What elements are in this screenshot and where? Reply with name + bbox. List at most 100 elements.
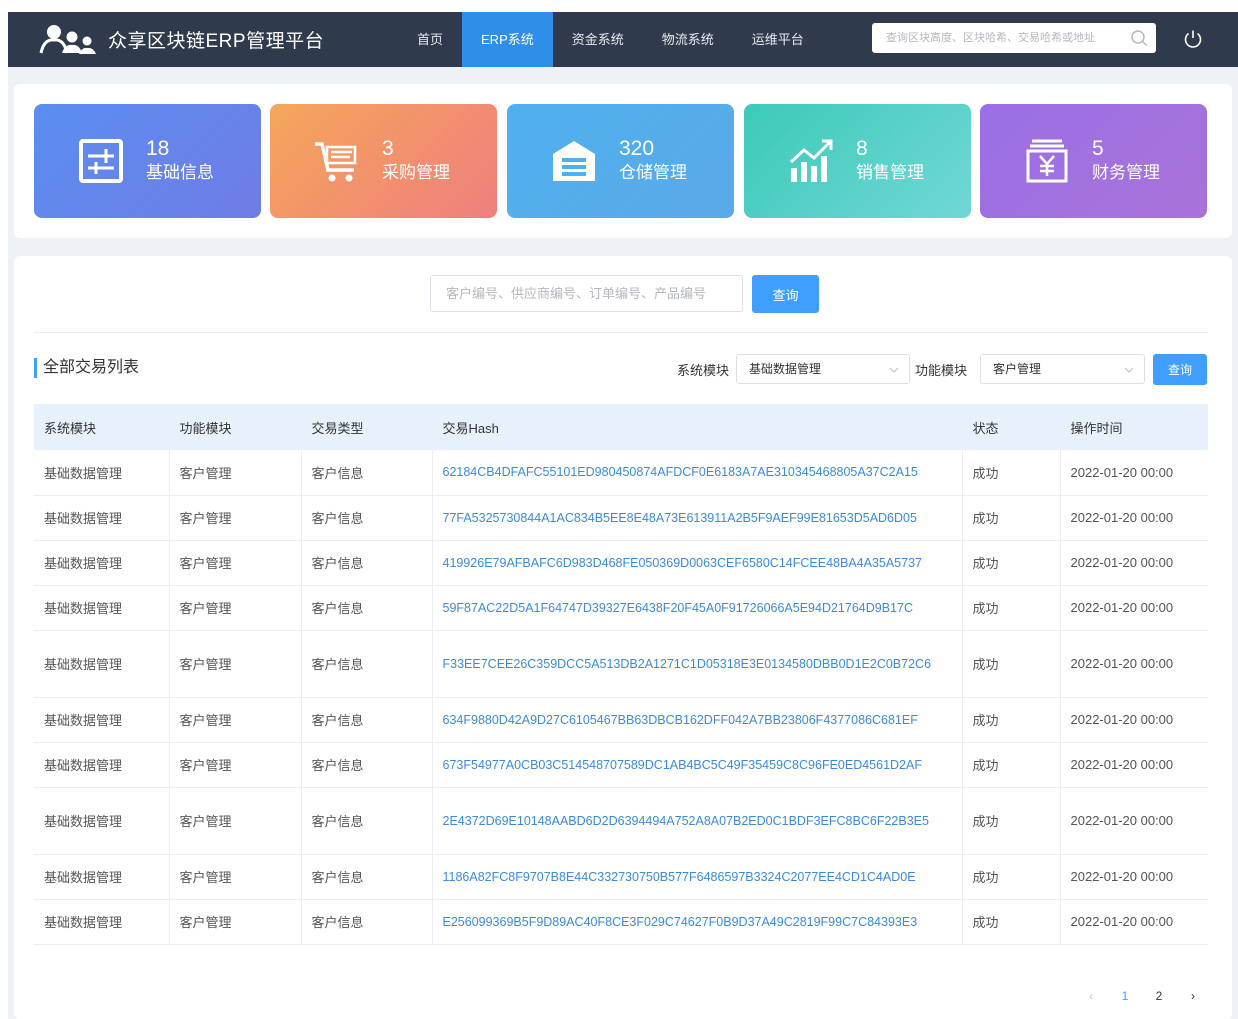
card-basic-info[interactable]: 18 基础信息: [34, 104, 261, 218]
transactions-table: 系统模块 功能模块 交易类型 交易Hash 状态 操作时间 基础数据管理 客户管…: [34, 404, 1208, 945]
cell-status: 成功: [962, 854, 1061, 900]
table-row: 基础数据管理 客户管理 客户信息 F33EE7CEE26C359DCC5A513…: [34, 630, 1208, 698]
tx-hash-link[interactable]: 62184CB4DFAFC55101ED980450874AFDCF0E6183…: [432, 450, 963, 496]
tx-hash-link[interactable]: 419926E79AFBAFC6D983D468FE050369D0063CEF…: [432, 540, 963, 586]
table-row: 基础数据管理 客户管理 客户信息 2E4372D69E10148AABD6D2D…: [34, 787, 1208, 855]
cart-icon: [315, 142, 357, 182]
cell-system: 基础数据管理: [34, 450, 170, 496]
tx-hash-link[interactable]: 59F87AC22D5A1F64747D39327E6438F20F45A0F9…: [432, 585, 963, 631]
search-icon[interactable]: [1130, 29, 1148, 47]
card-label: 基础信息: [146, 163, 214, 182]
card-finance[interactable]: 5 财务管理: [980, 104, 1207, 218]
chevron-down-icon: [889, 367, 899, 373]
nav-logistics-system[interactable]: 物流系统: [643, 12, 733, 67]
cell-type: 客户信息: [301, 450, 433, 496]
order-query-input[interactable]: [430, 275, 743, 312]
card-purchase[interactable]: 3 采购管理: [270, 104, 497, 218]
cell-status: 成功: [962, 540, 1061, 586]
block-search: [872, 23, 1156, 53]
cell-status: 成功: [962, 899, 1061, 945]
tx-hash-link[interactable]: 2E4372D69E10148AABD6D2D6394494A752A8A07B…: [432, 787, 963, 855]
cell-function: 客户管理: [169, 450, 302, 496]
table-row: 基础数据管理 客户管理 客户信息 1186A82FC8F9707B8E44C33…: [34, 854, 1208, 900]
cell-system: 基础数据管理: [34, 787, 170, 855]
cell-time: 2022-01-20 00:00: [1060, 854, 1208, 900]
cell-type: 客户信息: [301, 787, 433, 855]
table-row: 基础数据管理 客户管理 客户信息 E256099369B5F9D89AC40F8…: [34, 899, 1208, 945]
warehouse-icon: [553, 141, 595, 181]
cell-status: 成功: [962, 787, 1061, 855]
main-nav: 首页 ERP系统 资金系统 物流系统 运维平台: [398, 12, 823, 67]
cell-status: 成功: [962, 495, 1061, 541]
card-count: 320: [619, 137, 655, 160]
cell-system: 基础数据管理: [34, 697, 170, 743]
block-search-input[interactable]: [886, 32, 1136, 44]
card-count: 8: [856, 137, 868, 160]
tx-hash-link[interactable]: E256099369B5F9D89AC40F8CE3F029C74627F0B9…: [432, 899, 963, 945]
chevron-down-icon: [1124, 367, 1134, 373]
cell-function: 客户管理: [169, 585, 302, 631]
nav-ops-platform[interactable]: 运维平台: [733, 12, 823, 67]
table-header-row: 系统模块 功能模块 交易类型 交易Hash 状态 操作时间: [34, 404, 1208, 450]
nav-fund-system[interactable]: 资金系统: [553, 12, 643, 67]
card-warehouse[interactable]: 320 仓储管理: [507, 104, 734, 218]
system-module-value: 基础数据管理: [749, 362, 822, 376]
cell-time: 2022-01-20 00:00: [1060, 787, 1208, 855]
tx-hash-link[interactable]: F33EE7CEE26C359DCC5A513DB2A1271C1D05318E…: [432, 630, 963, 698]
cell-function: 客户管理: [169, 697, 302, 743]
cell-system: 基础数据管理: [34, 899, 170, 945]
col-header-status: 状态: [962, 404, 1061, 450]
col-header-function: 功能模块: [169, 404, 302, 450]
cell-system: 基础数据管理: [34, 495, 170, 541]
app-frame: 众享区块链ERP管理平台 首页 ERP系统 资金系统 物流系统 运维平台 查询区…: [8, 12, 1238, 1019]
brand: 众享区块链ERP管理平台: [38, 23, 398, 57]
cell-time: 2022-01-20 00:00: [1060, 540, 1208, 586]
col-header-hash: 交易Hash: [432, 404, 963, 450]
function-module-select[interactable]: 客户管理: [980, 354, 1145, 384]
page-1-button[interactable]: 1: [1108, 989, 1142, 1003]
cell-time: 2022-01-20 00:00: [1060, 697, 1208, 743]
next-page-button[interactable]: ›: [1176, 989, 1210, 1003]
tx-hash-link[interactable]: 634F9880D42A9D27C6105467BB63DBCB162DFF04…: [432, 697, 963, 743]
cell-time: 2022-01-20 00:00: [1060, 450, 1208, 496]
card-label: 销售管理: [856, 163, 924, 182]
cell-function: 客户管理: [169, 787, 302, 855]
cell-type: 客户信息: [301, 899, 433, 945]
system-module-label: 系统模块: [677, 363, 730, 378]
col-header-time: 操作时间: [1060, 404, 1208, 450]
calculator-icon: [79, 139, 123, 183]
system-module-select[interactable]: 基础数据管理: [736, 354, 910, 384]
filter-query-button[interactable]: 查询: [1153, 354, 1207, 385]
cell-time: 2022-01-20 00:00: [1060, 495, 1208, 541]
cell-type: 客户信息: [301, 495, 433, 541]
nav-erp-system[interactable]: ERP系统: [462, 12, 553, 67]
cell-function: 客户管理: [169, 742, 302, 788]
table-row: 基础数据管理 客户管理 客户信息 634F9880D42A9D27C610546…: [34, 697, 1208, 743]
cell-status: 成功: [962, 450, 1061, 496]
power-icon[interactable]: [1182, 28, 1204, 50]
table-row: 基础数据管理 客户管理 客户信息 419926E79AFBAFC6D983D46…: [34, 540, 1208, 586]
table-row: 基础数据管理 客户管理 客户信息 62184CB4DFAFC55101ED980…: [34, 450, 1208, 496]
cell-time: 2022-01-20 00:00: [1060, 899, 1208, 945]
nav-home[interactable]: 首页: [398, 12, 462, 67]
cell-function: 客户管理: [169, 899, 302, 945]
tx-hash-link[interactable]: 673F54977A0CB03C514548707589DC1AB4BC5C49…: [432, 742, 963, 788]
tx-hash-link[interactable]: 77FA5325730844A1AC834B5EE8E48A73E613911A…: [432, 495, 963, 541]
cell-function: 客户管理: [169, 630, 302, 698]
cell-time: 2022-01-20 00:00: [1060, 585, 1208, 631]
app-title: 众享区块链ERP管理平台: [108, 31, 325, 52]
card-sales[interactable]: 8 销售管理: [744, 104, 971, 218]
query-button[interactable]: 查询: [752, 275, 819, 313]
cell-function: 客户管理: [169, 540, 302, 586]
card-label: 仓储管理: [619, 163, 687, 182]
tx-hash-link[interactable]: 1186A82FC8F9707B8E44C332730750B577F64865…: [432, 854, 963, 900]
function-module-value: 客户管理: [993, 362, 1042, 376]
prev-page-button[interactable]: ‹: [1074, 989, 1108, 1003]
table-row: 基础数据管理 客户管理 客户信息 59F87AC22D5A1F64747D393…: [34, 585, 1208, 631]
cell-type: 客户信息: [301, 540, 433, 586]
cell-system: 基础数据管理: [34, 742, 170, 788]
sales-chart-icon: [789, 139, 833, 182]
cell-status: 成功: [962, 585, 1061, 631]
cell-status: 成功: [962, 630, 1061, 698]
page-2-button[interactable]: 2: [1142, 989, 1176, 1003]
